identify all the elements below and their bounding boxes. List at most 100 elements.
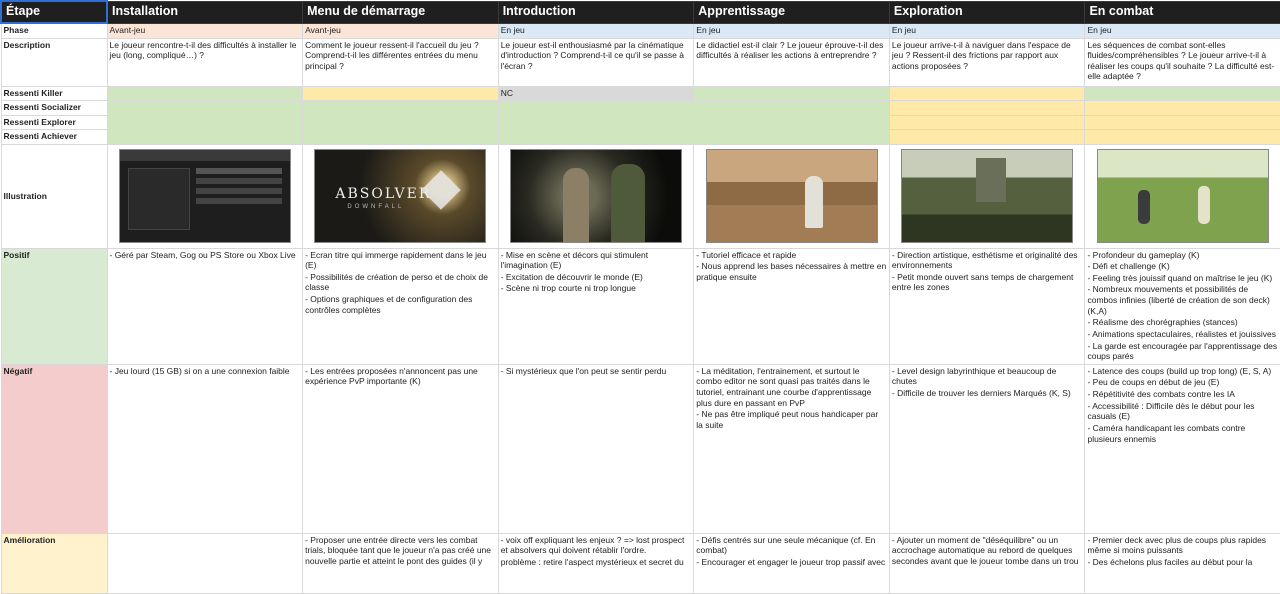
negatif-cell[interactable]: - Level design labyrinthique et beaucoup…	[888, 363, 1086, 534]
stage-title-installation[interactable]: Installation	[106, 0, 304, 24]
description-cell[interactable]: Le joueur arrive-t-il à naviguer dans l'…	[888, 37, 1086, 87]
label-illustration[interactable]: Illustration	[0, 143, 108, 249]
label-socializer[interactable]: Ressenti Socializer	[0, 100, 108, 116]
list-item: - Peu de coups en début de jeu (E)	[1087, 377, 1220, 388]
list-item: - Difficile de trouver les derniers Marq…	[891, 388, 1071, 398]
label-explorer[interactable]: Ressenti Explorer	[0, 114, 108, 130]
list-item: - La méditation, l'entrainement, et surt…	[696, 365, 872, 408]
positif-cell[interactable]: - Mise en scène et décors qui stimulent …	[497, 247, 695, 365]
feel-cell[interactable]	[497, 129, 695, 145]
list-item: - Jeu lourd (15 GB) si on a une connexio…	[109, 365, 290, 376]
illustration-cell[interactable]	[693, 143, 890, 249]
bullet-list: - Proposer une entrée directe vers les c…	[305, 535, 496, 567]
label-achiever[interactable]: Ressenti Achiever	[0, 129, 108, 145]
feel-cell[interactable]	[693, 129, 890, 145]
negatif-cell[interactable]: - Si mystérieux que l'on peut se sentir …	[497, 363, 695, 534]
feel-cell[interactable]	[1084, 114, 1280, 130]
illustration-cell[interactable]	[106, 143, 304, 249]
illustration-cell[interactable]	[888, 143, 1086, 249]
stage-title-combat[interactable]: En combat	[1084, 0, 1280, 24]
illustration-cell[interactable]	[497, 143, 695, 249]
bullet-list: - Level design labyrinthique et beaucoup…	[892, 366, 1083, 399]
game-logo: ABSOLVER	[335, 186, 432, 202]
feel-cell[interactable]	[302, 114, 499, 130]
list-item: - Caméra handicapant les combats contre …	[1087, 422, 1246, 444]
feel-cell[interactable]	[888, 129, 1086, 145]
amelioration-cell[interactable]	[106, 532, 304, 594]
list-item: - Ecran titre qui immerge rapidement dan…	[305, 249, 487, 271]
feel-cell[interactable]	[497, 114, 695, 130]
cell-etape[interactable]: Étape	[0, 0, 108, 24]
phase-cell[interactable]: En jeu	[888, 22, 1086, 39]
label-amelioration[interactable]: Amélioration	[0, 532, 108, 594]
phase-cell[interactable]: En jeu	[1084, 22, 1280, 39]
phase-cell[interactable]: Avant-jeu	[302, 22, 499, 39]
positif-cell[interactable]: - Direction artistique, esthétisme et or…	[888, 247, 1086, 365]
phase-cell[interactable]: En jeu	[693, 22, 890, 39]
feel-cell[interactable]	[302, 85, 499, 101]
negatif-cell[interactable]: - Les entrées proposées n'annoncent pas …	[302, 363, 499, 534]
label-positif[interactable]: Positif	[0, 247, 108, 365]
bullet-list: - Ecran titre qui immerge rapidement dan…	[305, 250, 496, 316]
phase-cell[interactable]: Avant-jeu	[106, 22, 304, 39]
negatif-cell[interactable]: - Jeu lourd (15 GB) si on a une connexio…	[106, 363, 304, 534]
journey-spreadsheet: Étape Installation Menu de démarrage Int…	[0, 0, 1280, 594]
feel-cell[interactable]	[693, 100, 890, 116]
positif-cell[interactable]: - Profondeur du gameplay (K) - Défi et ch…	[1084, 247, 1280, 365]
label-phase[interactable]: Phase	[0, 22, 108, 39]
label-description[interactable]: Description	[0, 37, 108, 87]
amelioration-cell[interactable]: - Défis centrés sur une seule mécanique …	[693, 532, 890, 594]
feel-cell[interactable]	[302, 100, 499, 116]
amelioration-cell[interactable]: - Premier deck avec plus de coups plus r…	[1084, 532, 1280, 594]
negatif-cell[interactable]: - La méditation, l'entrainement, et surt…	[693, 363, 890, 534]
description-cell[interactable]: Le didactiel est-il clair ? Le joueur ép…	[693, 37, 890, 87]
feel-cell[interactable]	[888, 100, 1086, 116]
amelioration-cell[interactable]: - Ajouter un moment de "déséquilibre" ou…	[888, 532, 1086, 594]
bullet-list: - Géré par Steam, Gog ou PS Store ou Xbo…	[110, 250, 301, 261]
feel-cell[interactable]	[888, 85, 1086, 101]
feel-cell[interactable]	[106, 114, 304, 130]
feel-cell[interactable]	[693, 114, 890, 130]
description-cell[interactable]: Le joueur est-il enthousiasmé par la cin…	[497, 37, 695, 87]
stage-title-exploration[interactable]: Exploration	[888, 0, 1086, 24]
positif-row: Positif - Géré par Steam, Gog ou PS Stor…	[0, 247, 1280, 365]
amelioration-cell[interactable]: - Proposer une entrée directe vers les c…	[302, 532, 499, 594]
phase-cell[interactable]: En jeu	[497, 22, 695, 39]
bullet-list: - Si mystérieux que l'on peut se sentir …	[501, 366, 692, 377]
amelioration-cell[interactable]: - voix off expliquant les enjeux ? => lo…	[497, 532, 695, 594]
label-killer[interactable]: Ressenti Killer	[0, 85, 108, 101]
stage-title-menu[interactable]: Menu de démarrage	[302, 0, 499, 24]
description-cell[interactable]: Les séquences de combat sont-elles fluid…	[1084, 37, 1280, 87]
label-negatif[interactable]: Négatif	[0, 363, 108, 534]
bullet-list: - Les entrées proposées n'annoncent pas …	[305, 366, 496, 387]
positif-cell[interactable]: - Ecran titre qui immerge rapidement dan…	[302, 247, 499, 365]
screenshot-title-screen-image: ABSOLVER DOWNFALL	[314, 149, 487, 243]
feel-cell[interactable]	[302, 129, 499, 145]
positif-cell[interactable]: - Géré par Steam, Gog ou PS Store ou Xbo…	[106, 247, 304, 365]
list-item: - Géré par Steam, Gog ou PS Store ou Xbo…	[109, 249, 296, 260]
description-cell[interactable]: Le joueur rencontre-t-il des difficultés…	[106, 37, 304, 87]
feel-cell[interactable]	[888, 114, 1086, 130]
feel-cell[interactable]	[1084, 100, 1280, 116]
positif-cell[interactable]: - Tutoriel efficace et rapide - Nous appr…	[693, 247, 890, 365]
stage-title-introduction[interactable]: Introduction	[497, 0, 695, 24]
feel-cell[interactable]	[106, 85, 304, 101]
description-cell[interactable]: Comment le joueur ressent-il l'accueil d…	[302, 37, 499, 87]
feel-cell[interactable]	[1084, 129, 1280, 145]
explorer-row: Ressenti Explorer	[0, 114, 1280, 130]
screenshot-exploration-image	[901, 149, 1074, 243]
feel-cell[interactable]	[106, 100, 304, 116]
negatif-row: Négatif - Jeu lourd (15 GB) si on a une …	[0, 363, 1280, 534]
bullet-list: - Jeu lourd (15 GB) si on a une connexio…	[110, 366, 301, 377]
feel-cell[interactable]	[497, 100, 695, 116]
list-item: - Petit monde ouvert sans temps de charg…	[891, 271, 1074, 293]
feel-cell[interactable]	[106, 129, 304, 145]
negatif-cell[interactable]: - Latence des coups (build up trop long)…	[1084, 363, 1280, 534]
list-item: - Ne pas être impliqué peut nous handica…	[696, 409, 879, 430]
illustration-cell[interactable]: ABSOLVER DOWNFALL	[302, 143, 499, 249]
feel-cell[interactable]	[1084, 85, 1280, 101]
illustration-cell[interactable]	[1084, 143, 1280, 249]
feel-cell-nc[interactable]: NC	[497, 85, 695, 101]
feel-cell[interactable]	[693, 85, 890, 101]
stage-title-apprentissage[interactable]: Apprentissage	[693, 0, 890, 24]
